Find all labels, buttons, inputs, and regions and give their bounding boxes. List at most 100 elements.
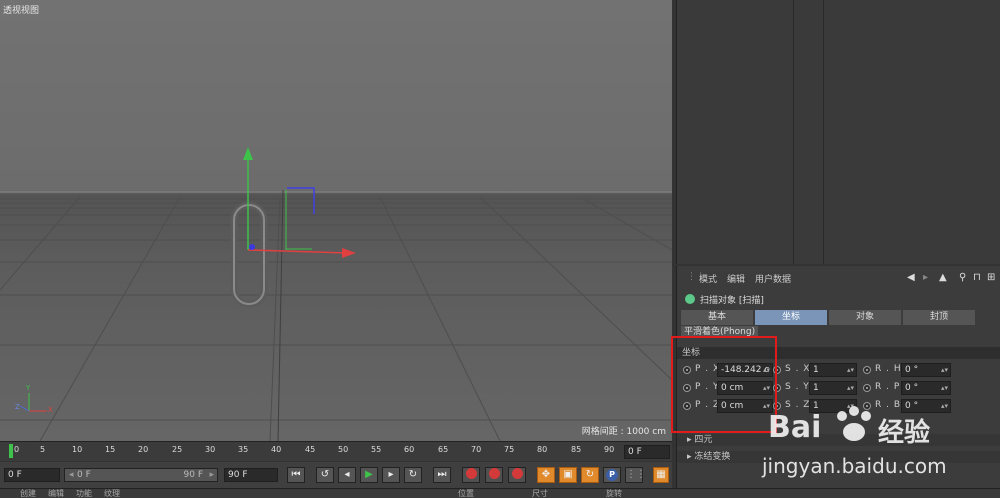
watermark-brand: Bai [768, 410, 822, 445]
arrow-up-icon[interactable]: ▲ [939, 272, 947, 283]
rot-p-field[interactable]: R . P 0 ° ▴▾ [863, 381, 953, 395]
watermark-url: jingyan.baidu.com [762, 454, 947, 478]
keyframe-radio[interactable] [863, 384, 871, 392]
arrow-left-icon[interactable]: ◀ [907, 272, 915, 283]
prev-key-button[interactable]: ↺ [316, 467, 334, 483]
range-right-arrow-icon: ▸ [209, 470, 214, 480]
help-icon [511, 468, 523, 479]
watermark-brand2: 经验 [878, 418, 931, 448]
tick-label: 30 [205, 445, 216, 454]
menu-edit[interactable]: 编辑 [727, 272, 745, 285]
viewport-scene [0, 147, 672, 441]
p-icon: P [606, 469, 618, 481]
tick-label: 40 [271, 445, 282, 454]
freeze-label: 冻结变换 [694, 452, 731, 462]
object-manager-panel[interactable] [676, 0, 1000, 264]
viewport-title: 透视视图 [3, 6, 40, 16]
sweep-icon [685, 294, 695, 304]
quaternion-label: 四元 [694, 435, 713, 445]
current-frame-field[interactable]: 0 F [624, 445, 670, 459]
coord-size-header: 尺寸 [532, 489, 548, 498]
menu-edit-bottom[interactable]: 编辑 [48, 489, 64, 498]
tick-label: 5 [40, 445, 46, 454]
scale-x-input[interactable]: 1 ▴▾ [809, 363, 857, 377]
autokey-icon [488, 468, 500, 479]
gizmo-x-label: X [48, 406, 53, 414]
rot-h-label: R . H [875, 364, 902, 374]
menu-function[interactable]: 功能 [76, 489, 92, 498]
tick-label: 0 [14, 445, 20, 454]
tab-basic[interactable]: 基本 [681, 310, 753, 325]
timeline-ruler[interactable]: 0 5 10 15 20 25 30 35 40 45 50 55 60 65 … [0, 441, 672, 461]
perspective-viewport[interactable]: 透视视图 Y Z X 网格间距 : 1000 cm [0, 0, 672, 441]
object-title: 扫描对象 [扫描] [685, 293, 764, 306]
goto-end-button[interactable]: ⏭ [433, 467, 451, 483]
lock-icon[interactable]: ⊓ [973, 272, 981, 283]
tab-object[interactable]: 对象 [829, 310, 901, 325]
scale-y-field[interactable]: S . Y 1 ▴▾ [773, 381, 863, 395]
record-button[interactable] [462, 467, 480, 483]
rot-p-input[interactable]: 0 ° ▴▾ [901, 381, 951, 395]
menu-mode[interactable]: 模式 [699, 272, 717, 285]
gizmo-y-label: Y [26, 384, 31, 392]
tick-label: 35 [238, 445, 249, 454]
tick-label: 20 [138, 445, 149, 454]
grid-spacing-label: 网格间距 : 1000 cm [581, 427, 666, 437]
tick-label: 50 [338, 445, 349, 454]
gizmo-z-label: Z [15, 403, 20, 411]
tick-label: 15 [105, 445, 116, 454]
timeline-window-button[interactable]: ▦ [653, 467, 669, 483]
rot-b-label: R . B [875, 400, 902, 410]
tick-label: 80 [537, 445, 548, 454]
menu-create[interactable]: 创建 [20, 489, 36, 498]
search-icon[interactable]: ⚲ [959, 272, 966, 283]
rot-h-input[interactable]: 0 ° ▴▾ [901, 363, 951, 377]
position-key-button[interactable]: ✥ [537, 467, 555, 483]
tab-caps[interactable]: 封顶 [903, 310, 975, 325]
rotation-key-button[interactable]: ↻ [581, 467, 599, 483]
scale-key-button[interactable]: ▣ [559, 467, 577, 483]
tick-label: 60 [404, 445, 415, 454]
tick-label: 85 [571, 445, 582, 454]
next-key-button[interactable]: ↻ [404, 467, 422, 483]
tick-label: 45 [305, 445, 316, 454]
play-button[interactable]: ▶ [360, 467, 378, 483]
scale-x-label: S . X [785, 364, 811, 374]
arrow-right-icon[interactable]: ▸ [923, 272, 928, 283]
tick-label: 25 [172, 445, 183, 454]
transport-bar: 0 F ◂ 0 F 90 F ▸ 90 F ⏮ ↺ ◂ ▶ ▸ ↻ ⏭ ✥ ▣ … [0, 462, 672, 488]
rot-h-field[interactable]: R . H 0 ° ▴▾ [863, 363, 953, 377]
coord-rotation-header: 旋转 [606, 489, 622, 498]
object-title-text: 扫描对象 [扫描] [700, 296, 764, 306]
range-end-label: 90 F [183, 470, 204, 480]
playhead[interactable] [9, 444, 13, 458]
menu-userdata[interactable]: 用户数据 [755, 272, 791, 285]
new-panel-icon[interactable]: ⊞ [987, 272, 995, 283]
scale-y-input[interactable]: 1 ▴▾ [809, 381, 857, 395]
range-left-arrow-icon: ◂ [69, 470, 74, 480]
end-frame-field[interactable]: 90 F [224, 468, 278, 482]
next-frame-button[interactable]: ▸ [382, 467, 400, 483]
z-axis-handle[interactable] [249, 244, 255, 250]
record-icon [465, 468, 477, 479]
tab-coordinates[interactable]: 坐标 [755, 310, 827, 325]
goto-start-button[interactable]: ⏮ [287, 467, 305, 483]
param-key-button[interactable]: P [603, 467, 621, 483]
tick-label: 75 [504, 445, 515, 454]
preview-range-slider[interactable]: ◂ 0 F 90 F ▸ [64, 468, 218, 482]
tick-label: 90 [604, 445, 615, 454]
tick-label: 10 [72, 445, 83, 454]
scale-x-field[interactable]: S . X 1 ▴▾ [773, 363, 863, 377]
capsule-object[interactable] [230, 201, 268, 308]
menu-texture[interactable]: 纹理 [104, 489, 120, 498]
start-frame-field[interactable]: 0 F [4, 468, 60, 482]
tick-label: 55 [371, 445, 382, 454]
auto-key-button[interactable] [485, 467, 503, 483]
scale-y-label: S . Y [785, 382, 810, 392]
column-divider [793, 0, 794, 264]
keyframe-selection-button[interactable] [508, 467, 526, 483]
prev-frame-button[interactable]: ◂ [338, 467, 356, 483]
point-level-button[interactable]: ⋮⋮ [625, 467, 646, 483]
keyframe-radio[interactable] [863, 366, 871, 374]
column-divider [823, 0, 824, 264]
